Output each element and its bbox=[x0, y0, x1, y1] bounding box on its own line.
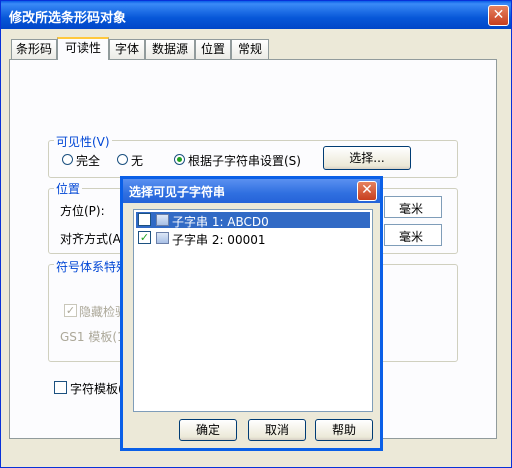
title-bar: 修改所选条形码对象 ✕ bbox=[1, 1, 511, 29]
dialog-title-bar: 选择可见子字符串 ✕ bbox=[123, 179, 380, 203]
radio-full[interactable] bbox=[62, 154, 73, 165]
list-item[interactable]: ✓ 子字串 2: 00001 bbox=[136, 230, 370, 247]
hide-check-checkbox[interactable]: ✓ bbox=[64, 304, 77, 317]
direction-unit: 毫米 bbox=[399, 202, 424, 216]
substring-icon bbox=[156, 232, 169, 244]
direction-label: 方位(P): bbox=[60, 204, 105, 218]
item-1-label: 子字串 1: ABCD0 bbox=[172, 215, 269, 229]
select-button[interactable]: 选择... bbox=[323, 146, 411, 170]
tab-position[interactable]: 位置 bbox=[195, 39, 231, 59]
radio-none[interactable] bbox=[117, 154, 128, 165]
item-1-checkbox[interactable] bbox=[138, 213, 151, 226]
radio-substring[interactable] bbox=[174, 154, 185, 165]
substring-list[interactable]: 子字串 1: ABCD0 ✓ 子字串 2: 00001 bbox=[133, 209, 373, 412]
tab-font[interactable]: 字体 bbox=[109, 39, 145, 59]
symbology-label: 符号体系特殊 bbox=[54, 258, 131, 275]
window-title: 修改所选条形码对象 bbox=[9, 11, 127, 26]
direction-unit-field[interactable]: 毫米 bbox=[384, 196, 442, 218]
item-2-label: 子字串 2: 00001 bbox=[172, 233, 266, 247]
tab-datasource[interactable]: 数据源 bbox=[145, 39, 195, 59]
align-unit-field[interactable]: 毫米 bbox=[384, 224, 442, 246]
substring-icon bbox=[156, 214, 169, 226]
radio-full-label: 完全 bbox=[76, 154, 101, 168]
align-label: 对齐方式(A) bbox=[60, 232, 126, 246]
tab-general[interactable]: 常规 bbox=[231, 39, 269, 59]
ok-button[interactable]: 确定 bbox=[179, 419, 237, 441]
position-label: 位置 bbox=[54, 180, 83, 197]
cancel-button[interactable]: 取消 bbox=[248, 419, 306, 441]
dialog-title: 选择可见子字符串 bbox=[129, 185, 226, 199]
item-2-checkbox[interactable]: ✓ bbox=[138, 231, 151, 244]
select-substring-dialog: 选择可见子字符串 ✕ 子字串 1: ABCD0 ✓ 子字串 2: 00001 确… bbox=[120, 176, 383, 451]
dialog-close-icon[interactable]: ✕ bbox=[357, 181, 377, 201]
radio-none-label: 无 bbox=[131, 154, 144, 168]
help-button[interactable]: 帮助 bbox=[315, 419, 373, 441]
tab-readability[interactable]: 可读性 bbox=[57, 37, 109, 60]
list-item[interactable]: 子字串 1: ABCD0 bbox=[136, 212, 370, 229]
gs1-label: GS1 模板(1) bbox=[60, 330, 130, 344]
radio-substring-label: 根据子字符串设置(S) bbox=[188, 154, 301, 168]
close-icon[interactable]: ✕ bbox=[488, 5, 509, 26]
tab-barcode[interactable]: 条形码 bbox=[11, 39, 57, 59]
char-template-checkbox[interactable] bbox=[54, 381, 67, 394]
align-unit: 毫米 bbox=[399, 230, 424, 244]
char-template-label: 字符模板( bbox=[70, 382, 123, 396]
visibility-label: 可见性(V) bbox=[54, 133, 112, 150]
